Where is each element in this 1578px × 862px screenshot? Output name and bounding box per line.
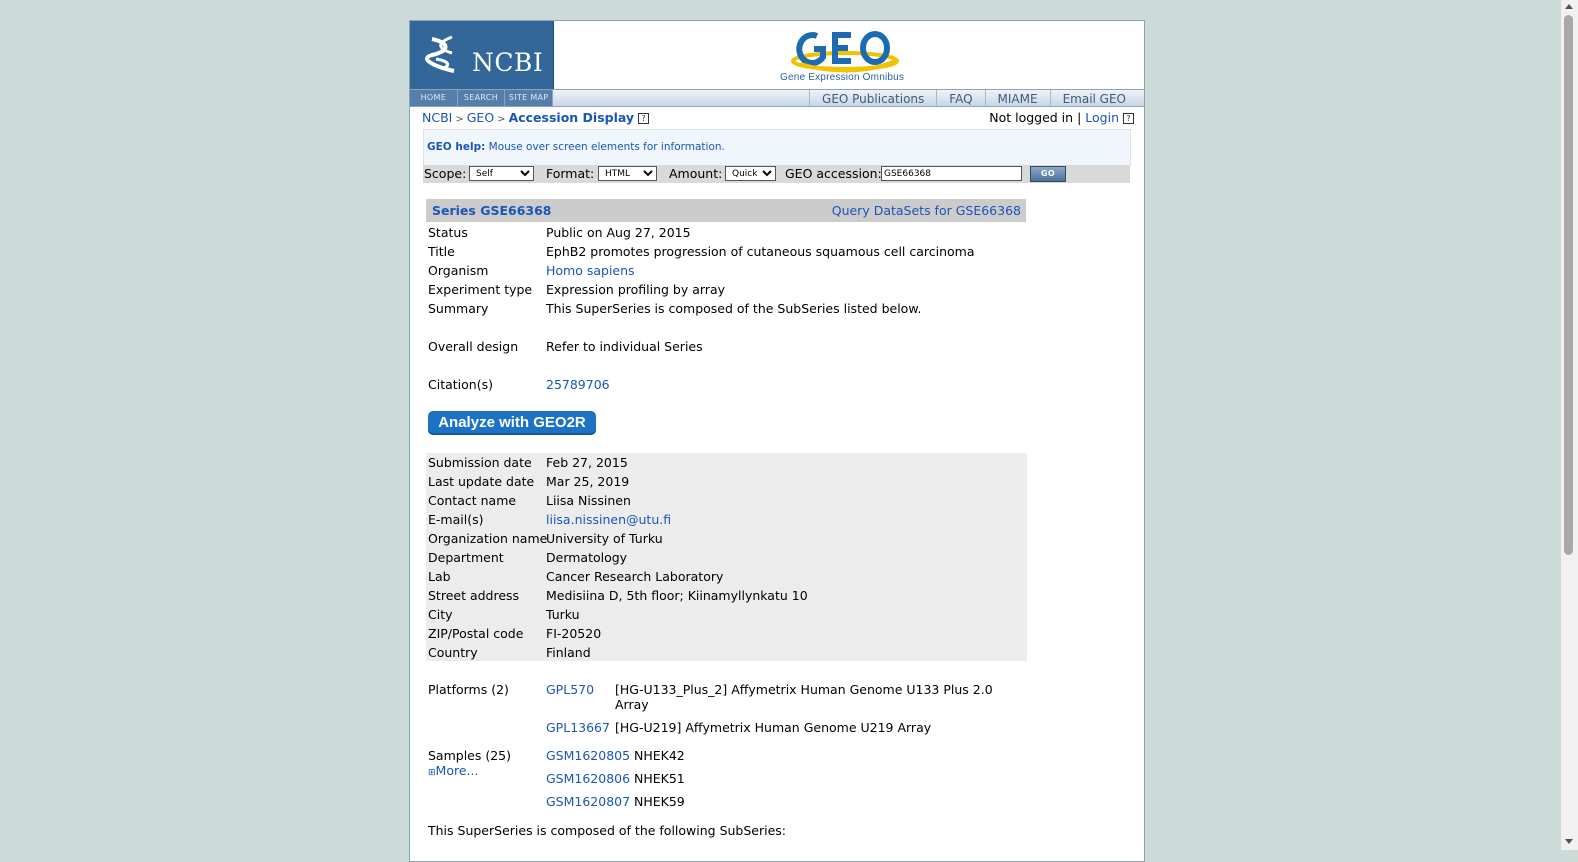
- samples-more-toggle[interactable]: ⊞More...: [428, 763, 508, 778]
- link-faq[interactable]: FAQ: [936, 90, 984, 106]
- organism-link[interactable]: Homo sapiens: [546, 263, 635, 278]
- scope-select[interactable]: Self: [469, 166, 534, 181]
- ncbi-small-nav: HOME SEARCH SITE MAP: [410, 90, 554, 106]
- platform-desc-gpl13667: [HG-U219] Affymetrix Human Genome U219 A…: [615, 720, 932, 735]
- geo-logo[interactable]: [790, 27, 900, 73]
- login-area: Not logged in | Login?: [989, 110, 1134, 125]
- breadcrumb: NCBI > GEO > Accession Display?: [422, 110, 650, 125]
- top-navbar: HOME SEARCH SITE MAP GEO Publications FA…: [410, 89, 1144, 107]
- geo-subtitle: Gene Expression Omnibus: [780, 72, 905, 83]
- nav-search[interactable]: SEARCH: [458, 90, 506, 106]
- format-select[interactable]: HTML: [598, 166, 657, 181]
- accession-label: GEO accession:: [785, 166, 882, 181]
- sample-name: NHEK51: [634, 771, 685, 786]
- scroll-down-arrow-icon[interactable]: [1565, 839, 1573, 844]
- platform-link-gpl570[interactable]: GPL570: [546, 682, 616, 697]
- platform-desc-gpl570: [HG-U133_Plus_2] Affymetrix Human Genome…: [615, 682, 993, 712]
- scope-label: Scope:: [424, 166, 467, 181]
- link-email-geo[interactable]: Email GEO: [1049, 90, 1138, 106]
- breadcrumb-ncbi[interactable]: NCBI: [422, 110, 452, 125]
- vertical-scrollbar[interactable]: [1561, 0, 1578, 850]
- link-miame[interactable]: MIAME: [984, 90, 1050, 106]
- sample-link[interactable]: GSM1620807: [546, 794, 636, 809]
- login-status: Not logged in: [989, 110, 1074, 125]
- sample-link[interactable]: GSM1620805: [546, 748, 636, 763]
- geo-top-links: GEO Publications FAQ MIAME Email GEO: [809, 90, 1138, 106]
- dna-helix-icon: [425, 35, 455, 73]
- geo-help-box: GEO help: Mouse over screen elements for…: [423, 129, 1131, 166]
- sample-name: NHEK42: [634, 748, 685, 763]
- ncbi-logo[interactable]: NCBI: [410, 21, 554, 89]
- citation-link[interactable]: 25789706: [546, 377, 610, 392]
- series-header: Series GSE66368 Query DataSets for GSE66…: [426, 199, 1026, 222]
- amount-label: Amount:: [669, 166, 723, 181]
- analyze-geo2r-button[interactable]: Analyze with GEO2R: [428, 411, 596, 435]
- amount-select[interactable]: Quick: [725, 166, 776, 181]
- breadcrumb-current: Accession Display: [508, 110, 635, 125]
- series-title: Series GSE66368: [432, 203, 552, 218]
- sample-name: NHEK59: [634, 794, 685, 809]
- link-geo-publications[interactable]: GEO Publications: [809, 90, 936, 106]
- expand-icon: ⊞: [428, 768, 436, 778]
- nav-home[interactable]: HOME: [410, 90, 458, 106]
- platform-link-gpl13667[interactable]: GPL13667: [546, 720, 616, 735]
- help-icon[interactable]: ?: [638, 113, 650, 124]
- accession-form: Scope: Self Format: HTML Amount: Quick G…: [423, 165, 1130, 183]
- accession-input[interactable]: [881, 166, 1022, 181]
- page-frame: NCBI Gene Expression Omnibus HOME SEARCH…: [409, 20, 1145, 862]
- go-button[interactable]: GO: [1030, 166, 1066, 182]
- scroll-up-arrow-icon[interactable]: [1565, 4, 1573, 9]
- nav-site-map[interactable]: SITE MAP: [505, 90, 554, 106]
- ncbi-logo-text: NCBI: [472, 48, 544, 77]
- breadcrumb-geo[interactable]: GEO: [467, 110, 494, 125]
- more-link[interactable]: More...: [436, 763, 479, 778]
- help-text: GEO help: Mouse over screen elements for…: [427, 141, 725, 153]
- query-datasets-link[interactable]: Query DataSets for GSE66368: [832, 203, 1021, 218]
- login-help-icon[interactable]: ?: [1123, 113, 1134, 124]
- format-label: Format:: [546, 166, 595, 181]
- sample-link[interactable]: GSM1620806: [546, 771, 636, 786]
- scrollbar-thumb[interactable]: [1564, 15, 1573, 555]
- login-link[interactable]: Login: [1085, 110, 1119, 125]
- email-link[interactable]: liisa.nissinen@utu.fi: [546, 512, 671, 527]
